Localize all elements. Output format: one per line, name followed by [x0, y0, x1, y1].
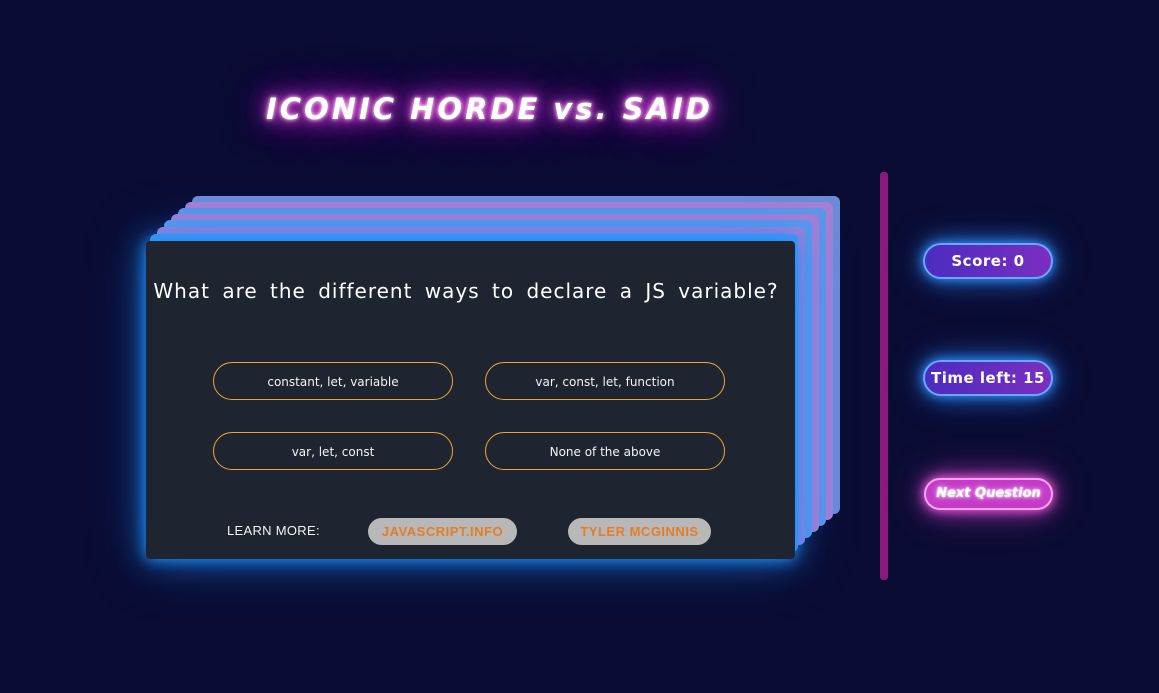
answer-button-2[interactable]: var, const, let, function [485, 362, 725, 400]
answer-button-3[interactable]: var, let, const [213, 432, 453, 470]
score-badge: Score: 0 [923, 243, 1053, 279]
question-card: What are the different ways to declare a… [146, 241, 795, 559]
answer-button-4[interactable]: None of the above [485, 432, 725, 470]
timer-badge: Time left: 15 [923, 360, 1053, 396]
vertical-divider [880, 172, 888, 580]
javascript-info-link[interactable]: JAVASCRIPT.INFO [368, 518, 517, 545]
learn-more-label: LEARN MORE: [227, 523, 320, 538]
game-title: ICONIC HORDE vs. SAID [266, 92, 713, 126]
answer-button-1[interactable]: constant, let, variable [213, 362, 453, 400]
question-text: What are the different ways to declare a… [153, 279, 779, 303]
next-question-button[interactable]: Next Question [924, 478, 1053, 510]
tyler-mcginnis-link[interactable]: TYLER MCGINNIS [568, 518, 711, 545]
